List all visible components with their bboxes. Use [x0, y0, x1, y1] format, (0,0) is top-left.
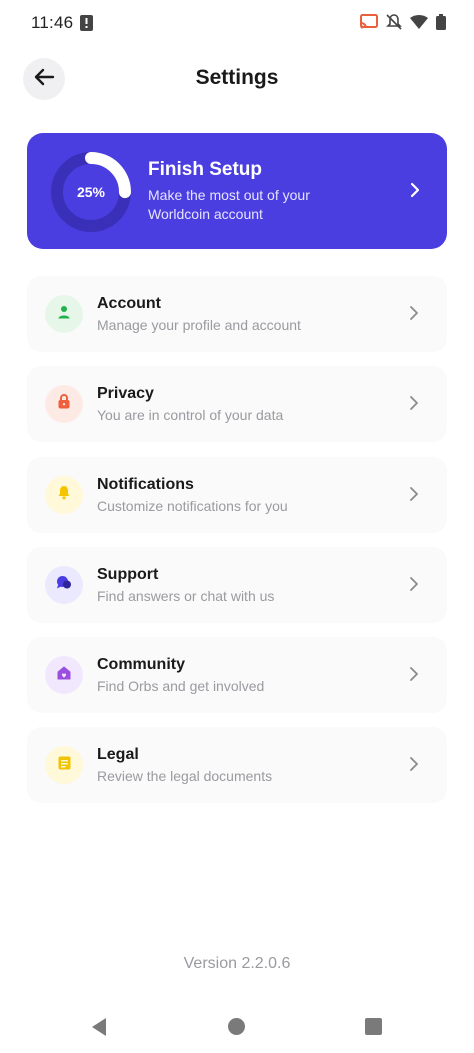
nav-recents-icon[interactable]: [365, 1018, 382, 1035]
menu-item-description: You are in control of your data: [97, 407, 284, 423]
mute-bell-icon: [386, 14, 402, 35]
status-bar: 11:46: [0, 0, 474, 48]
menu-item-community[interactable]: Community Find Orbs and get involved: [27, 637, 447, 713]
document-icon: [58, 756, 71, 775]
system-nav-bar: [0, 1005, 474, 1053]
battery-icon: [436, 14, 446, 35]
menu-item-description: Customize notifications for you: [97, 498, 288, 514]
menu-item-label: Notifications: [97, 476, 194, 493]
home-icon: [57, 666, 71, 685]
chevron-right-icon: [409, 486, 419, 507]
setup-subtitle: Make the most out of your Worldcoin acco…: [148, 187, 310, 222]
menu-item-support[interactable]: Support Find answers or chat with us: [27, 547, 447, 623]
app-version: Version 2.2.0.6: [183, 955, 291, 972]
finish-setup-card[interactable]: 25% Finish Setup Make the most out of yo…: [27, 133, 447, 249]
notification-alert-icon: [80, 15, 93, 36]
menu-item-label: Community: [97, 656, 185, 673]
cast-icon: [360, 14, 378, 35]
person-icon: [57, 305, 71, 324]
chevron-right-icon: [409, 181, 421, 204]
menu-item-label: Support: [97, 566, 159, 583]
menu-icon-bg: [45, 566, 83, 604]
menu-icon-bg: [45, 656, 83, 694]
bell-icon: [57, 485, 71, 505]
menu-icon-bg: [45, 476, 83, 514]
menu-item-description: Find Orbs and get involved: [97, 678, 265, 694]
chat-icon: [56, 575, 72, 595]
menu-icon-bg: [45, 746, 83, 784]
nav-back-icon[interactable]: [90, 1017, 108, 1042]
menu-item-description: Manage your profile and account: [97, 317, 301, 333]
menu-item-account[interactable]: Account Manage your profile and account: [27, 276, 447, 352]
chevron-right-icon: [409, 576, 419, 597]
nav-home-icon[interactable]: [228, 1018, 245, 1035]
menu-item-label: Legal: [97, 746, 139, 763]
menu-icon-bg: [45, 385, 83, 423]
chevron-right-icon: [409, 305, 419, 326]
page-title: Settings: [195, 66, 279, 89]
lock-icon: [57, 394, 71, 414]
chevron-right-icon: [409, 395, 419, 416]
chevron-right-icon: [409, 756, 419, 777]
menu-item-privacy[interactable]: Privacy You are in control of your data: [27, 366, 447, 442]
chevron-right-icon: [409, 666, 419, 687]
status-time: 11:46: [31, 13, 74, 32]
menu-item-notifications[interactable]: Notifications Customize notifications fo…: [27, 457, 447, 533]
setup-title: Finish Setup: [148, 159, 262, 180]
menu-item-description: Review the legal documents: [97, 768, 273, 784]
menu-item-label: Account: [97, 295, 161, 312]
menu-item-description: Find answers or chat with us: [97, 588, 275, 604]
menu-item-label: Privacy: [97, 385, 154, 402]
menu-item-legal[interactable]: Legal Review the legal documents: [27, 727, 447, 803]
wifi-icon: [410, 15, 428, 34]
menu-icon-bg: [45, 295, 83, 333]
progress-percent: 25%: [76, 184, 106, 200]
header: Settings: [0, 55, 474, 103]
